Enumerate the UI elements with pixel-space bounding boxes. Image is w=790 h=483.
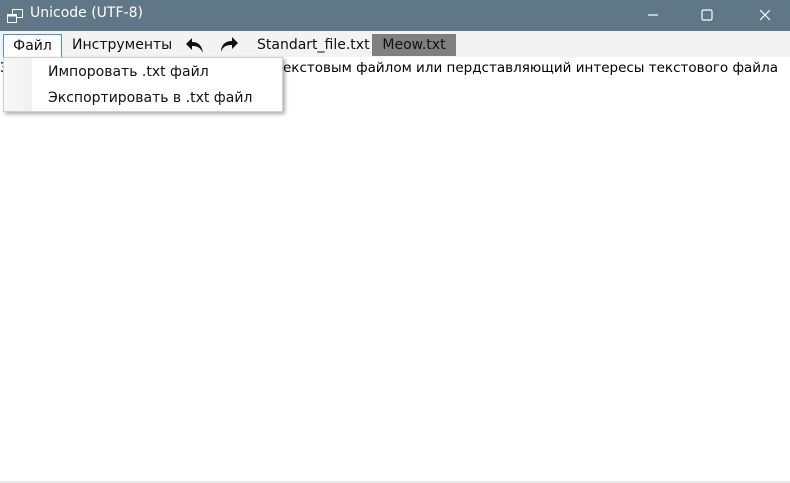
app-window-icon [7,8,23,23]
menu-tools[interactable]: Инструменты [72,33,172,57]
title-bar: Unicode (UTF-8) [0,0,790,31]
editor-text-line: екстовым файлом или пердставляющий интер… [283,60,778,76]
redo-button[interactable] [218,35,240,55]
close-icon [759,6,771,25]
maximize-button[interactable] [684,0,730,31]
menu-item-export-txt[interactable]: Экспортировать в .txt файл [48,86,252,110]
maximize-icon [701,6,713,25]
dropdown-gutter [4,58,32,111]
tab-standart-file[interactable]: Standart_file.txt [257,33,370,57]
menu-item-import-txt[interactable]: Импоровать .txt файл [48,60,209,84]
minimize-button[interactable] [630,0,676,31]
file-dropdown-menu: Импоровать .txt файл Экспортировать в .t… [3,57,283,112]
minimize-icon [647,6,659,25]
close-button[interactable] [742,0,788,31]
undo-button[interactable] [184,35,206,55]
window-title: Unicode (UTF-8) [30,5,143,21]
menu-file[interactable]: Файл [3,34,62,58]
tab-meow[interactable]: Meow.txt [372,34,456,56]
